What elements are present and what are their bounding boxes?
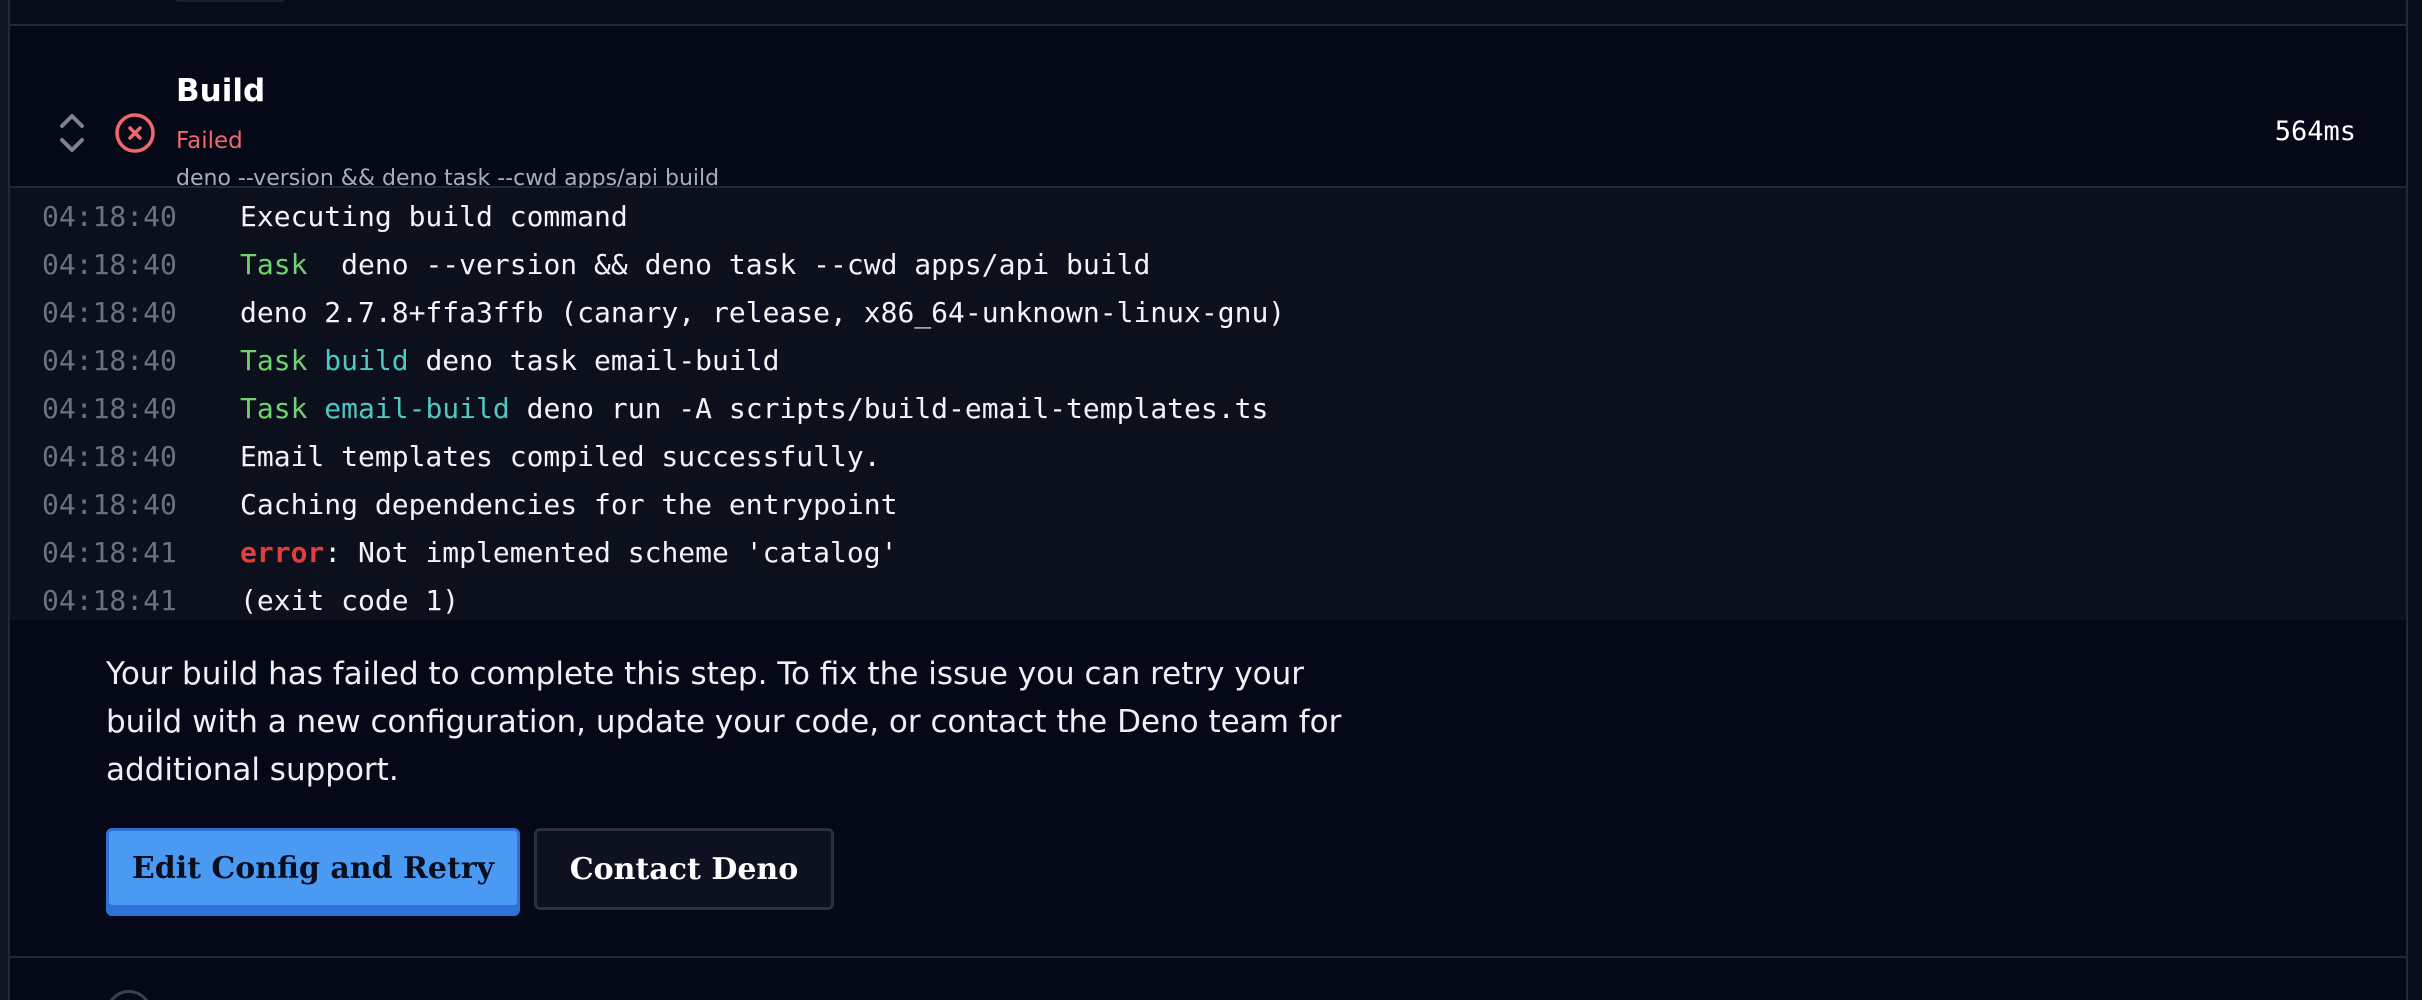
build-step-page: Build Failed deno --version && deno task… [0, 0, 2422, 1000]
log-token-plain: deno run -A scripts/build-email-template… [509, 391, 1269, 425]
left-rail [0, 0, 10, 1000]
edit-config-and-retry-button[interactable]: Edit Config and Retry [106, 828, 520, 908]
chevron-up-down-icon[interactable] [48, 104, 96, 162]
log-line: 04:18:41 (exit code 1) [10, 576, 2406, 624]
failure-message: Your build has failed to complete this s… [106, 656, 1342, 788]
log-message: (exit code 1) [208, 584, 459, 617]
log-token-plain: deno task email-build [408, 343, 780, 377]
step-title: Build [176, 73, 266, 109]
build-step-header[interactable]: Build Failed deno --version && deno task… [10, 26, 2406, 191]
log-token-plain: deno --version && deno task --cwd apps/a… [307, 247, 1151, 281]
divider [10, 956, 2406, 958]
log-token-plain: deno 2.7.8+ffa3ffb (canary, release, x86… [240, 295, 1286, 329]
log-token-name: build [324, 343, 409, 377]
log-token-plain: Caching dependencies for the entrypoint [240, 487, 898, 521]
log-timestamp: 04:18:40 [42, 199, 177, 233]
log-timestamp: 04:18:41 [42, 583, 177, 617]
log-token-plain: : Not implemented scheme 'catalog' [324, 535, 898, 569]
log-message: error: Not implemented scheme 'catalog' [208, 536, 897, 569]
x-circle-icon [106, 106, 164, 164]
log-token-task: Task [240, 391, 308, 425]
log-line: 04:18:41 error: Not implemented scheme 'c… [10, 528, 2406, 576]
log-line: 04:18:40 Caching dependencies for the ent… [10, 480, 2406, 528]
log-line: 04:18:40 Task build deno task email-build [10, 336, 2406, 384]
log-token-name: email-build [324, 391, 510, 425]
log-token-plain: Executing build command [240, 199, 628, 233]
scrollbar[interactable] [2406, 0, 2422, 1000]
log-token-plain: (exit code 1) [240, 583, 460, 617]
log-message: Executing build command [208, 200, 628, 233]
log-line: 04:18:40 Task deno --version && deno task… [10, 240, 2406, 288]
log-message: deno 2.7.8+ffa3ffb (canary, release, x86… [208, 296, 1285, 329]
log-timestamp: 04:18:40 [42, 391, 177, 425]
log-token-error: error [240, 535, 325, 569]
previous-step-label [175, 0, 285, 2]
log-message: Task deno --version && deno task --cwd a… [208, 248, 1150, 281]
log-line: 04:18:40 Email templates compiled success… [10, 432, 2406, 480]
step-duration: 564ms [2274, 116, 2356, 147]
log-line: 04:18:40 deno 2.7.8+ffa3ffb (canary, rele… [10, 288, 2406, 336]
log-token-plain: Email templates compiled successfully. [240, 439, 881, 473]
log-message: Caching dependencies for the entrypoint [208, 488, 897, 521]
log-timestamp: 04:18:40 [42, 439, 177, 473]
log-token-task: Task [240, 247, 308, 281]
log-message: Email templates compiled successfully. [208, 440, 881, 473]
log-timestamp: 04:18:40 [42, 247, 177, 281]
log-message: Task build deno task email-build [208, 344, 779, 377]
log-timestamp: 04:18:40 [42, 487, 177, 521]
log-timestamp: 04:18:40 [42, 343, 177, 377]
log-timestamp: 04:18:41 [42, 535, 177, 569]
step-status: Failed [176, 128, 243, 154]
log-panel[interactable]: 04:18:40 Executing build command 04:18:40 T… [10, 188, 2406, 620]
log-token-task: Task [240, 343, 308, 377]
log-line: 04:18:40 Executing build command [10, 192, 2406, 240]
next-step-status-icon [106, 990, 152, 1000]
log-timestamp: 04:18:40 [42, 295, 177, 329]
log-lines: 04:18:40 Executing build command 04:18:40 T… [10, 192, 2406, 624]
log-token-plain [307, 344, 324, 377]
log-token-plain [307, 392, 324, 425]
log-line: 04:18:40 Task email-build deno run -A scr… [10, 384, 2406, 432]
previous-step-row[interactable] [10, 0, 2406, 26]
contact-deno-button[interactable]: Contact Deno [534, 828, 834, 910]
log-message: Task email-build deno run -A scripts/bui… [208, 392, 1268, 425]
